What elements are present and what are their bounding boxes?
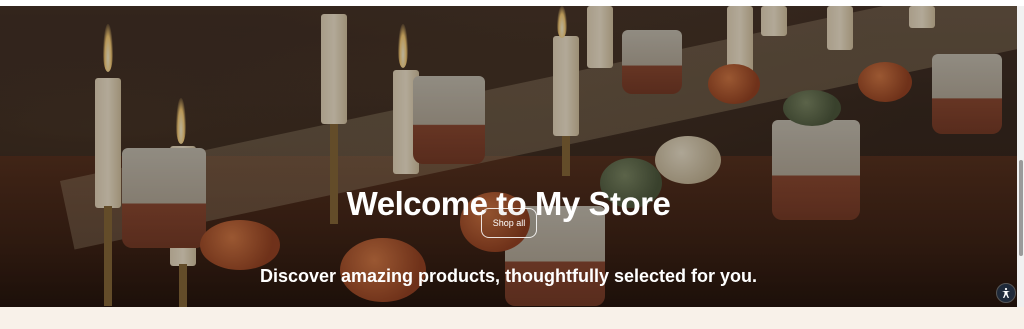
hero-subtitle: Discover amazing products, thoughtfully … (259, 266, 758, 286)
page-scrollbar-thumb[interactable] (1019, 160, 1023, 256)
accessibility-button[interactable] (996, 283, 1016, 303)
page-scrollbar-track[interactable] (1017, 6, 1024, 307)
shop-all-button[interactable]: Shop all (481, 208, 537, 238)
accessibility-icon (1002, 287, 1010, 298)
hero-banner: Welcome to My Store Shop all Discover am… (0, 6, 1017, 307)
page-lower-section (0, 307, 1024, 329)
